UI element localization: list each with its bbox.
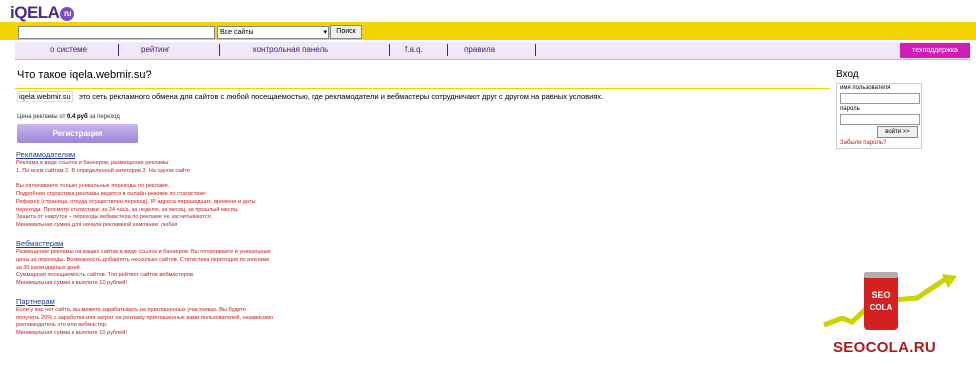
section-line: Подробная статистика рекламы ведется в о… xyxy=(16,191,207,197)
search-button[interactable]: Поиск xyxy=(330,25,362,39)
username-field[interactable] xyxy=(840,93,920,104)
support-link[interactable]: техподдержка xyxy=(900,43,970,58)
can-lid-icon xyxy=(864,272,898,278)
section-partners-title[interactable]: Партнерам xyxy=(16,297,55,306)
logo-text: iQELA xyxy=(10,3,60,22)
intro-description: это сеть рекламного обмена для сайтов с … xyxy=(78,92,604,101)
price-prefix: Цена рекламы от xyxy=(17,114,66,120)
site-scope-select[interactable]: Все сайты ▾ xyxy=(217,26,329,39)
section-line: Минимальная сумма для начала рекламной к… xyxy=(16,222,178,228)
nav-divider xyxy=(118,44,119,56)
title-divider xyxy=(15,88,830,89)
section-advertisers-title[interactable]: Рекламодателям xyxy=(16,150,75,159)
section-line: Суммарная посещаемость сайтов. Топ рейти… xyxy=(16,272,195,278)
section-line: перехода. Просмотр статистики: за 24 час… xyxy=(16,207,239,213)
site-scope-value: Все сайты xyxy=(220,29,254,36)
nav-item-faq[interactable]: f.a.q. xyxy=(405,45,423,54)
watermark-text: SEOCOLA.RU xyxy=(833,339,937,356)
nav-item-about[interactable]: о системе xyxy=(50,45,87,54)
username-label: имя пользователя xyxy=(840,85,891,91)
section-line: Защита от накруток – переходы вебмастера… xyxy=(16,214,213,220)
section-line: Минимальная сумма к выплате 10 рублей! xyxy=(16,330,127,336)
section-line: Минимальная сумма к выплате 10 рублей! xyxy=(16,280,127,286)
site-logo[interactable]: iQELA ru xyxy=(10,3,75,23)
password-label: пароль xyxy=(840,106,860,112)
main-nav: о системе рейтинг контрольная панель f.a… xyxy=(15,42,970,60)
chevron-down-icon: ▾ xyxy=(323,29,327,36)
logo-badge: ru xyxy=(60,6,75,21)
intro-text: iqela.webmir.su это сеть рекламного обме… xyxy=(17,91,604,102)
section-line: Реклама в виде ссылок и баннеров, размещ… xyxy=(16,160,170,166)
section-line: за 30 календарных дней. xyxy=(16,265,82,271)
cola-can-icon xyxy=(864,272,898,330)
page-title: Что такое iqela.webmir.su? xyxy=(17,69,152,81)
section-line: рекламодатель это или вебмастер. xyxy=(16,322,108,328)
nav-item-control-panel[interactable]: контрольная панель xyxy=(253,45,328,54)
nav-divider xyxy=(219,44,220,56)
search-input[interactable] xyxy=(18,26,215,39)
price-value: 0.4 руб xyxy=(67,114,88,120)
register-button[interactable]: Регистрация xyxy=(17,124,138,143)
price-info: Цена рекламы от 0.4 руб за переход xyxy=(17,114,120,120)
intro-site-name: iqela.webmir.su xyxy=(17,91,73,102)
section-line: Реферер (страница, откуда осуществлен пе… xyxy=(16,199,256,205)
section-line: Если у вас нет сайта, вы можете зарабаты… xyxy=(16,307,246,313)
nav-item-rating[interactable]: рейтинг xyxy=(141,45,170,54)
forgot-password-link[interactable]: Забыли пароль? xyxy=(840,140,886,146)
password-field[interactable] xyxy=(840,114,920,125)
section-line: цены за переходы. Возможность добавлять … xyxy=(16,257,270,263)
section-webmasters-title[interactable]: Вебмастерам xyxy=(16,239,63,248)
price-suffix: за переход xyxy=(89,114,120,120)
nav-divider xyxy=(447,44,448,56)
section-line: Размещение рекламы на ваших сайтах в вид… xyxy=(16,249,271,255)
nav-item-rules[interactable]: правила xyxy=(464,45,495,54)
can-label: SEO xyxy=(871,290,890,300)
login-title: Вход xyxy=(836,69,859,80)
login-button[interactable]: войти >> xyxy=(877,126,918,138)
section-line: Вы оплачиваете только уникальные переход… xyxy=(16,183,170,189)
section-line: получать 20% с заработка или затрат на р… xyxy=(16,315,274,321)
nav-divider xyxy=(389,44,390,56)
section-line: 1. По всем сайтам 2. В определенной кате… xyxy=(16,168,190,174)
nav-divider xyxy=(535,44,536,56)
can-label: COLA xyxy=(870,303,893,312)
